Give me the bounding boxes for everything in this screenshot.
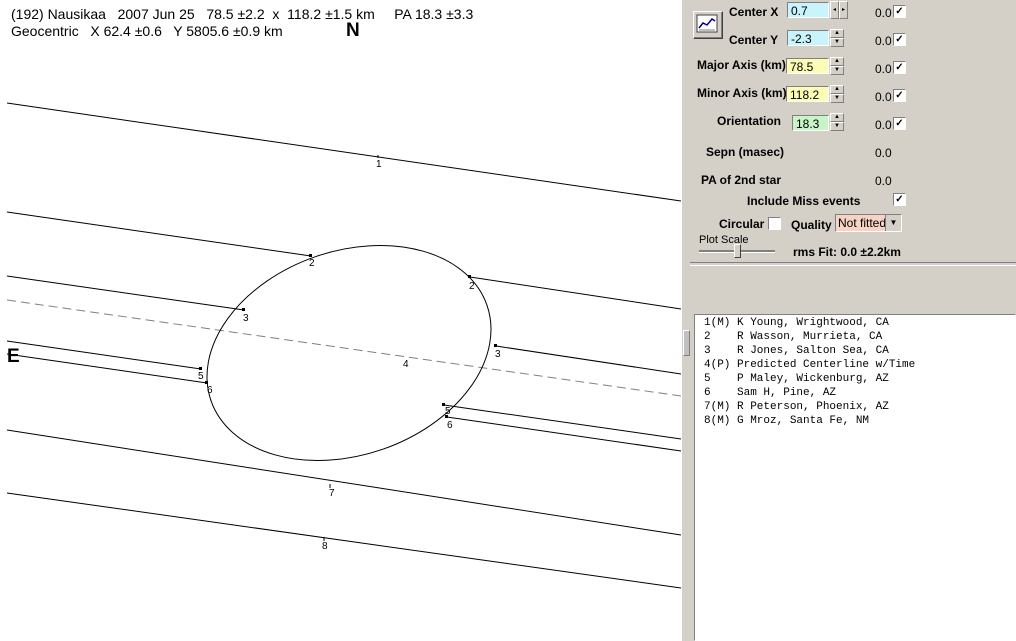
plot-scale-thumb[interactable] (734, 244, 741, 258)
chord-8-line (6, 492, 682, 589)
center-y-field[interactable]: -2.3 (787, 30, 829, 46)
chord-label: 7 (329, 488, 335, 499)
quality-value: Not fitted (838, 216, 887, 230)
minor-axis-checkbox[interactable]: ✓ (893, 89, 906, 102)
north-label: N (346, 20, 360, 41)
chord-label: 3 (495, 349, 501, 360)
center-y-spinner[interactable]: ▲ ▼ (830, 29, 844, 47)
observer-list[interactable]: 1(M) K Young, Wrightwood, CA 2 R Wasson,… (694, 314, 1016, 641)
minor-axis-label: Minor Axis (km) (697, 86, 787, 100)
chord-3-east-line (495, 345, 682, 375)
spin-down-icon[interactable]: ▼ (830, 38, 844, 47)
chord-label: 4 (403, 359, 409, 370)
spin-down-icon[interactable]: ▼ (830, 66, 844, 75)
sepn-label: Sepn (masec) (706, 145, 785, 159)
rms-fit-text: rms Fit: 0.0 ±2.2km (793, 245, 901, 259)
center-x-checkbox[interactable]: ✓ (893, 5, 906, 18)
chord-label: 1 (376, 159, 382, 170)
chord-label: 2 (469, 281, 475, 292)
plot-header-title: (192) Nausikaa 2007 Jun 25 78.5 ±2.2 x 1… (11, 6, 474, 22)
event-point (242, 308, 245, 311)
chord-2-west-line (6, 211, 312, 257)
plot-header-geocentric: Geocentric X 62.4 ±0.6 Y 5805.6 ±0.9 km (11, 23, 283, 39)
chord-4-centerline (6, 299, 682, 397)
pa-2nd-star-value: 0.0 (875, 174, 892, 188)
minor-axis-field[interactable]: 118.2 (786, 86, 829, 102)
event-point (468, 275, 471, 278)
list-item[interactable]: 7(M) R Peterson, Phoenix, AZ (704, 401, 889, 413)
chord-5-west-line (6, 340, 202, 370)
line-chart-icon (696, 14, 718, 33)
center-x-field[interactable]: 0.7 (787, 2, 829, 18)
east-label: E (7, 346, 20, 367)
spin-right-icon[interactable]: ▸ (839, 1, 848, 19)
list-item[interactable]: 5 P Maley, Wickenburg, AZ (704, 373, 889, 385)
minor-axis-spinner[interactable]: ▲ ▼ (830, 85, 844, 103)
list-item[interactable]: 3 R Jones, Salton Sea, CA (704, 345, 889, 357)
chord-label: 6 (207, 385, 213, 396)
orientation-uncertainty: 0.0 (875, 118, 892, 132)
major-axis-uncertainty: 0.0 (875, 62, 892, 76)
orientation-label: Orientation (717, 114, 782, 128)
chord-label: 5 (445, 406, 451, 417)
chevron-down-icon[interactable]: ▼ (885, 215, 901, 231)
list-item[interactable]: 6 Sam H, Pine, AZ (704, 387, 836, 399)
spin-down-icon[interactable]: ▼ (830, 94, 844, 103)
include-miss-label: Include Miss events (747, 194, 861, 208)
sepn-value: 0.0 (875, 146, 892, 160)
chord-1-line (6, 102, 682, 202)
center-x-spinner[interactable]: ◂ ▸ (830, 1, 850, 19)
include-miss-checkbox[interactable]: ✓ (893, 193, 906, 206)
center-y-uncertainty: 0.0 (875, 34, 892, 48)
plot-canvas: 1 2 2 3 3 4 5 6 5 6 7 8 (6, 102, 682, 589)
splitter-grip[interactable] (683, 330, 690, 356)
panel-splitter[interactable] (682, 0, 690, 641)
orientation-field[interactable]: 18.3 (792, 115, 829, 131)
event-point (199, 367, 202, 370)
chord-label: 2 (309, 258, 315, 269)
event-point (494, 344, 497, 347)
quality-dropdown[interactable]: Not fitted ▼ (835, 214, 902, 232)
chord-6-west-line (6, 353, 208, 384)
center-y-checkbox[interactable]: ✓ (893, 33, 906, 46)
major-axis-spinner[interactable]: ▲ ▼ (830, 57, 844, 75)
event-point (205, 381, 208, 384)
list-item[interactable]: 4(P) Predicted Centerline w/Time (704, 359, 915, 371)
spin-down-icon[interactable]: ▼ (830, 122, 844, 131)
list-item[interactable]: 2 R Wasson, Murrieta, CA (704, 331, 882, 343)
chord-7-line (6, 429, 682, 536)
chord-label: 3 (243, 313, 249, 324)
occultation-plot[interactable]: 1 2 2 3 3 4 5 6 5 6 7 8 (192) Nausikaa 2… (0, 0, 683, 641)
orientation-checkbox[interactable]: ✓ (893, 117, 906, 130)
plot-chart-button[interactable] (693, 11, 723, 39)
chord-label: 6 (447, 420, 453, 431)
major-axis-field[interactable]: 78.5 (786, 58, 829, 74)
spin-left-icon[interactable]: ◂ (830, 1, 839, 19)
fitted-ellipse (206, 244, 492, 462)
chord-label: 5 (198, 371, 204, 382)
orientation-spinner[interactable]: ▲ ▼ (830, 113, 844, 131)
circular-label: Circular (719, 217, 765, 231)
spin-up-icon[interactable]: ▲ (830, 57, 844, 66)
pa-2nd-star-label: PA of 2nd star (701, 173, 782, 187)
center-x-uncertainty: 0.0 (875, 6, 892, 20)
major-axis-checkbox[interactable]: ✓ (893, 61, 906, 74)
circular-checkbox[interactable] (768, 217, 781, 230)
list-item[interactable]: 1(M) K Young, Wrightwood, CA (704, 317, 889, 329)
chord-2-east-line (469, 276, 682, 310)
center-x-label: Center X (729, 5, 779, 19)
major-axis-label: Major Axis (km) (697, 58, 786, 72)
chord-label: 8 (322, 541, 328, 552)
list-item[interactable]: 8(M) G Mroz, Santa Fe, NM (704, 415, 869, 427)
minor-axis-uncertainty: 0.0 (875, 90, 892, 104)
event-points (199, 254, 497, 418)
quality-label: Quality (791, 218, 832, 232)
spin-up-icon[interactable]: ▲ (830, 29, 844, 38)
plot-scale-label: Plot Scale (699, 234, 749, 246)
event-point (309, 254, 312, 257)
spin-up-icon[interactable]: ▲ (830, 85, 844, 94)
center-y-label: Center Y (729, 33, 779, 47)
spin-up-icon[interactable]: ▲ (830, 113, 844, 122)
panel-divider (690, 262, 1016, 266)
